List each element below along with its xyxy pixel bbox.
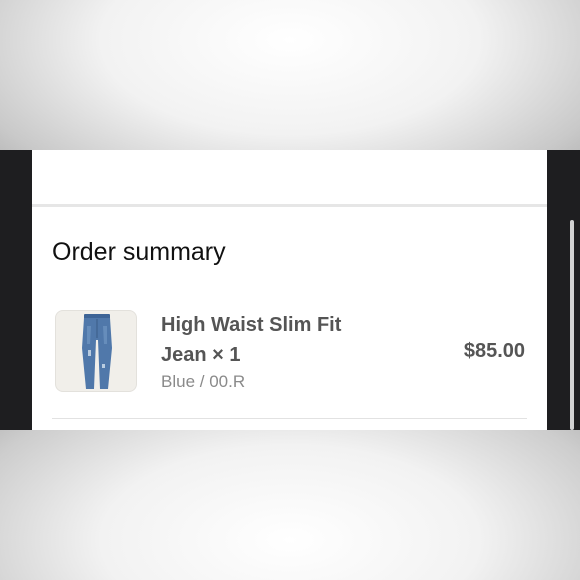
jeans-image bbox=[82, 314, 112, 389]
product-name: High Waist Slim Fit Jean × 1 bbox=[161, 314, 342, 366]
section-divider bbox=[32, 204, 547, 207]
scrollbar[interactable] bbox=[570, 220, 574, 430]
product-variant: Blue / 00.R bbox=[161, 372, 246, 391]
product-price: $85.00 bbox=[463, 340, 525, 362]
photo-background-top bbox=[0, 0, 580, 150]
item-divider bbox=[52, 418, 527, 419]
photo-background-bottom bbox=[0, 430, 580, 580]
checkout-screen: Order summary High Waist Slim Fit Jean ×… bbox=[32, 150, 547, 430]
order-summary-title: Order summary bbox=[52, 238, 226, 266]
product-thumbnail bbox=[55, 310, 137, 392]
phone-frame: Order summary High Waist Slim Fit Jean ×… bbox=[0, 150, 580, 430]
